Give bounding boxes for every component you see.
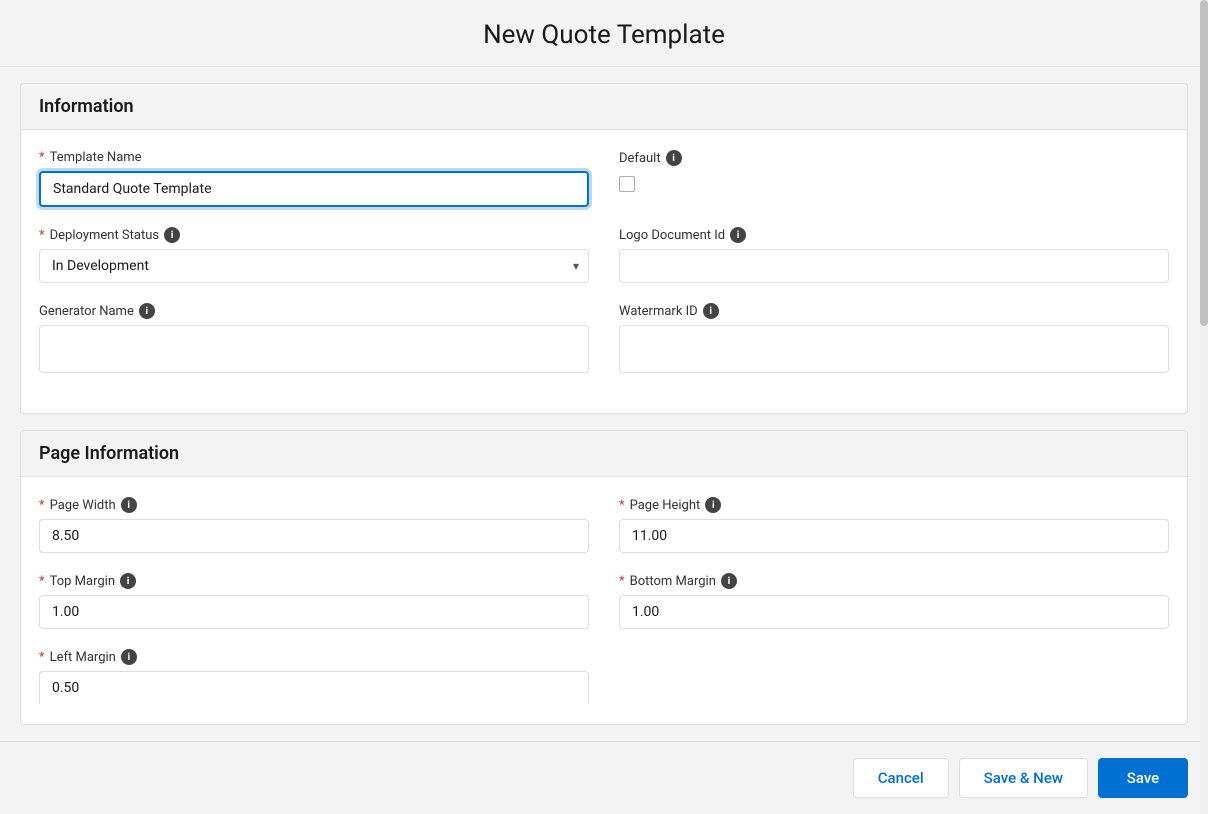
- page-width-required: *: [39, 498, 45, 513]
- page-height-input[interactable]: [619, 519, 1169, 553]
- page-title: New Quote Template: [30, 20, 1178, 50]
- form-row-page-dimensions: * Page Width i * Page Height i: [39, 497, 1169, 553]
- bottom-margin-group: * Bottom Margin i: [619, 573, 1169, 629]
- deployment-status-label: * Deployment Status i: [39, 227, 589, 243]
- watermark-id-group: Watermark ID i: [619, 303, 1169, 373]
- form-row-generator-watermark: Generator Name i Watermark ID i: [39, 303, 1169, 373]
- template-name-input[interactable]: [39, 171, 589, 207]
- bottom-margin-label: * Bottom Margin i: [619, 573, 1169, 589]
- left-margin-required: *: [39, 650, 45, 665]
- right-margin-group: [619, 649, 1169, 704]
- watermark-id-input[interactable]: [619, 325, 1169, 373]
- page-height-group: * Page Height i: [619, 497, 1169, 553]
- page-width-input[interactable]: [39, 519, 589, 553]
- watermark-id-info-icon[interactable]: i: [703, 303, 719, 319]
- default-label: Default i: [619, 150, 1169, 166]
- generator-name-input[interactable]: [39, 325, 589, 373]
- top-margin-label: * Top Margin i: [39, 573, 589, 589]
- deployment-status-required: *: [39, 228, 45, 243]
- save-button[interactable]: Save: [1098, 758, 1188, 798]
- top-margin-info-icon[interactable]: i: [120, 573, 136, 589]
- page-width-label: * Page Width i: [39, 497, 589, 513]
- left-margin-input[interactable]: [39, 671, 589, 704]
- page-height-required: *: [619, 498, 625, 513]
- logo-document-id-group: Logo Document Id i: [619, 227, 1169, 283]
- left-margin-group: * Left Margin i: [39, 649, 589, 704]
- form-row-deployment-logo: * Deployment Status i In Development Act…: [39, 227, 1169, 283]
- form-row-template-default: * Template Name Default i: [39, 150, 1169, 207]
- page-information-section-title: Page Information: [39, 443, 179, 464]
- bottom-margin-required: *: [619, 574, 625, 589]
- bottom-margin-info-icon[interactable]: i: [721, 573, 737, 589]
- default-info-icon[interactable]: i: [666, 150, 682, 166]
- top-margin-input[interactable]: [39, 595, 589, 629]
- page-information-section: Page Information * Page Width i: [20, 430, 1188, 725]
- form-row-left-margin: * Left Margin i: [39, 649, 1169, 704]
- page-width-group: * Page Width i: [39, 497, 589, 553]
- scrollbar-track: [1200, 0, 1208, 814]
- left-margin-label: * Left Margin i: [39, 649, 589, 665]
- default-group: Default i: [619, 150, 1169, 207]
- generator-name-label: Generator Name i: [39, 303, 589, 319]
- page-width-info-icon[interactable]: i: [121, 497, 137, 513]
- information-section-body: * Template Name Default i: [21, 130, 1187, 413]
- modal-body: Information * Template Name: [0, 67, 1208, 741]
- information-section-header: Information: [21, 84, 1187, 130]
- deployment-status-select-wrapper: In Development Active Inactive ▾: [39, 249, 589, 283]
- page-height-info-icon[interactable]: i: [705, 497, 721, 513]
- cancel-button[interactable]: Cancel: [853, 758, 949, 798]
- logo-document-id-info-icon[interactable]: i: [730, 227, 746, 243]
- modal-footer: Cancel Save & New Save: [0, 741, 1208, 814]
- bottom-margin-input[interactable]: [619, 595, 1169, 629]
- modal-header: New Quote Template: [0, 0, 1208, 67]
- watermark-id-label: Watermark ID i: [619, 303, 1169, 319]
- default-checkbox[interactable]: [619, 176, 635, 192]
- generator-name-info-icon[interactable]: i: [139, 303, 155, 319]
- save-new-button[interactable]: Save & New: [959, 758, 1088, 798]
- top-margin-required: *: [39, 574, 45, 589]
- information-section-title: Information: [39, 96, 134, 117]
- page-wrapper: New Quote Template Information * Templat…: [0, 0, 1208, 814]
- logo-document-id-label: Logo Document Id i: [619, 227, 1169, 243]
- generator-name-group: Generator Name i: [39, 303, 589, 373]
- logo-document-id-input[interactable]: [619, 249, 1169, 283]
- form-row-margins-top-bottom: * Top Margin i * Bottom Margin i: [39, 573, 1169, 629]
- page-information-section-body: * Page Width i * Page Height i: [21, 477, 1187, 724]
- left-margin-info-icon[interactable]: i: [121, 649, 137, 665]
- top-margin-group: * Top Margin i: [39, 573, 589, 629]
- template-name-group: * Template Name: [39, 150, 589, 207]
- deployment-status-info-icon[interactable]: i: [164, 227, 180, 243]
- scrollbar-thumb[interactable]: [1200, 0, 1208, 326]
- information-section: Information * Template Name: [20, 83, 1188, 414]
- main-content: New Quote Template Information * Templat…: [0, 0, 1208, 814]
- template-name-label: * Template Name: [39, 150, 589, 165]
- template-name-required: *: [39, 150, 45, 165]
- default-checkbox-wrapper: [619, 176, 1169, 192]
- page-information-section-header: Page Information: [21, 431, 1187, 477]
- deployment-status-select[interactable]: In Development Active Inactive: [39, 249, 589, 283]
- deployment-status-group: * Deployment Status i In Development Act…: [39, 227, 589, 283]
- page-height-label: * Page Height i: [619, 497, 1169, 513]
